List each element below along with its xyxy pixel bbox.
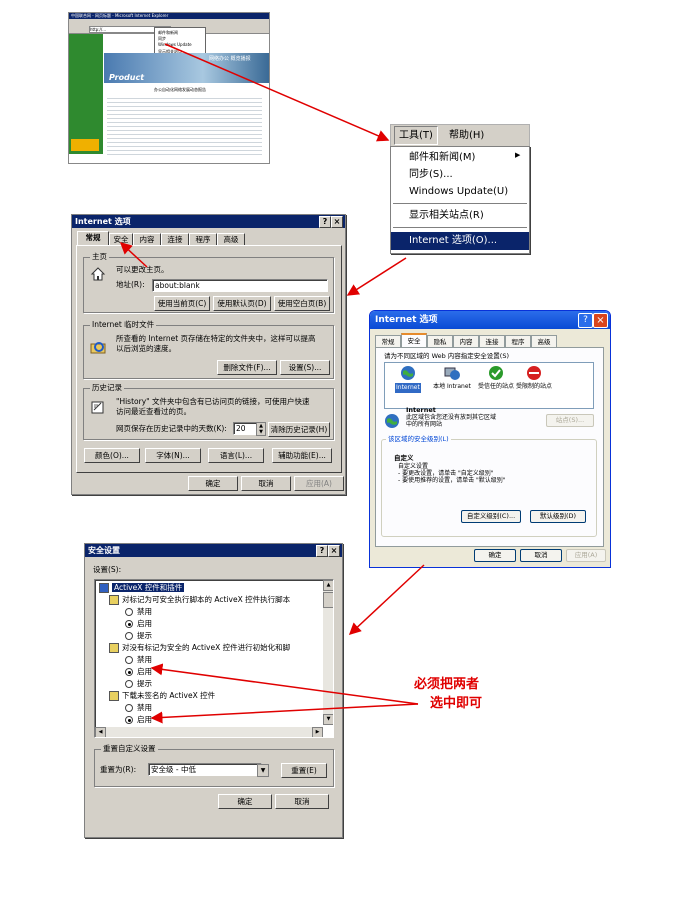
arrow-to-options-dialog: [346, 257, 407, 296]
annotation-arrows: [119, 43, 425, 724]
arrow-to-security-tab: [119, 241, 148, 268]
arrow-to-tools-menu: [164, 43, 390, 142]
arrow-to-security-settings: [348, 564, 425, 636]
arrow-to-enable-option-1: [150, 663, 419, 705]
arrow-to-enable-option-2: [150, 703, 419, 724]
